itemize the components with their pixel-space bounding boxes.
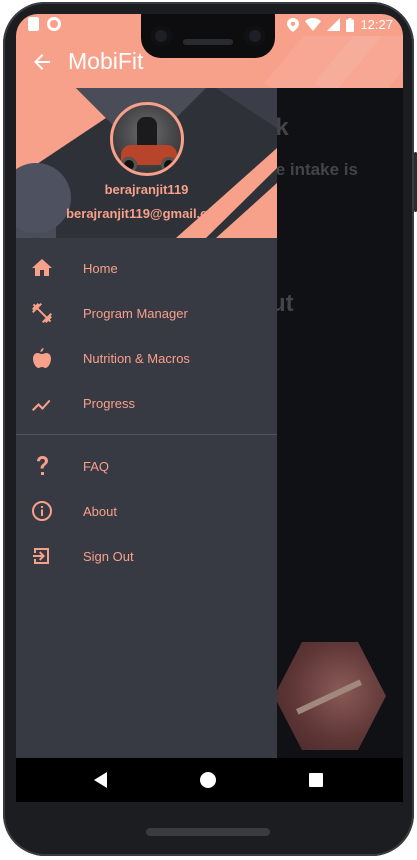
info-icon [32, 501, 52, 521]
nav-back-icon[interactable] [94, 772, 107, 788]
nav-home-icon[interactable] [200, 772, 216, 788]
bottom-speaker [146, 828, 270, 836]
earpiece [183, 39, 233, 45]
menu-item-label: Nutrition & Macros [83, 351, 190, 366]
avatar[interactable] [110, 102, 184, 176]
status-time: 12:27 [360, 17, 393, 32]
location-icon [287, 17, 300, 32]
sync-icon [47, 17, 61, 31]
sign-out-icon [33, 548, 49, 564]
trending-up-icon [32, 399, 51, 412]
menu-item-label: About [83, 504, 117, 519]
nav-recents-icon[interactable] [309, 773, 323, 787]
menu-item-label: Progress [83, 396, 136, 411]
drawer-header: berajranjit119 berajranjit119@gmail.com [16, 88, 277, 238]
menu-item-sign-out[interactable]: Sign Out [16, 534, 277, 579]
wifi-icon [305, 18, 322, 31]
navigation-drawer: berajranjit119 berajranjit119@gmail.com … [16, 88, 277, 758]
camera-notch [141, 14, 275, 58]
system-nav-bar [16, 758, 403, 802]
battery-icon [346, 17, 355, 32]
menu-item-about[interactable]: About [16, 489, 277, 534]
user-name: berajranjit119 [104, 182, 189, 197]
sd-card-icon [28, 17, 39, 31]
front-sensor [245, 26, 265, 46]
menu-item-label: Home [83, 261, 118, 276]
drawer-menu: Home Program Manager Nutrition & Macros … [16, 246, 277, 579]
menu-item-faq[interactable]: FAQ [16, 444, 277, 489]
user-email: berajranjit119@gmail.com [66, 206, 227, 221]
dumbbell-icon [32, 303, 52, 323]
signal-icon [327, 18, 341, 31]
phone-frame: 12:27 MobiFit ck ie intake is ut [3, 2, 417, 856]
apple-icon [33, 348, 51, 368]
home-icon [32, 259, 52, 276]
menu-item-program-manager[interactable]: Program Manager [16, 291, 277, 336]
screen: 12:27 MobiFit ck ie intake is ut [16, 14, 403, 802]
arrow-left-icon[interactable] [30, 50, 54, 74]
menu-item-label: Program Manager [83, 306, 188, 321]
menu-item-nutrition[interactable]: Nutrition & Macros [16, 336, 277, 381]
front-camera [151, 26, 171, 46]
menu-divider [16, 434, 277, 435]
menu-item-label: FAQ [83, 459, 110, 474]
menu-item-home[interactable]: Home [16, 246, 277, 291]
menu-item-progress[interactable]: Progress [16, 381, 277, 426]
app-title: MobiFit [68, 48, 144, 74]
menu-item-label: Sign Out [83, 549, 134, 564]
question-icon [37, 456, 48, 475]
